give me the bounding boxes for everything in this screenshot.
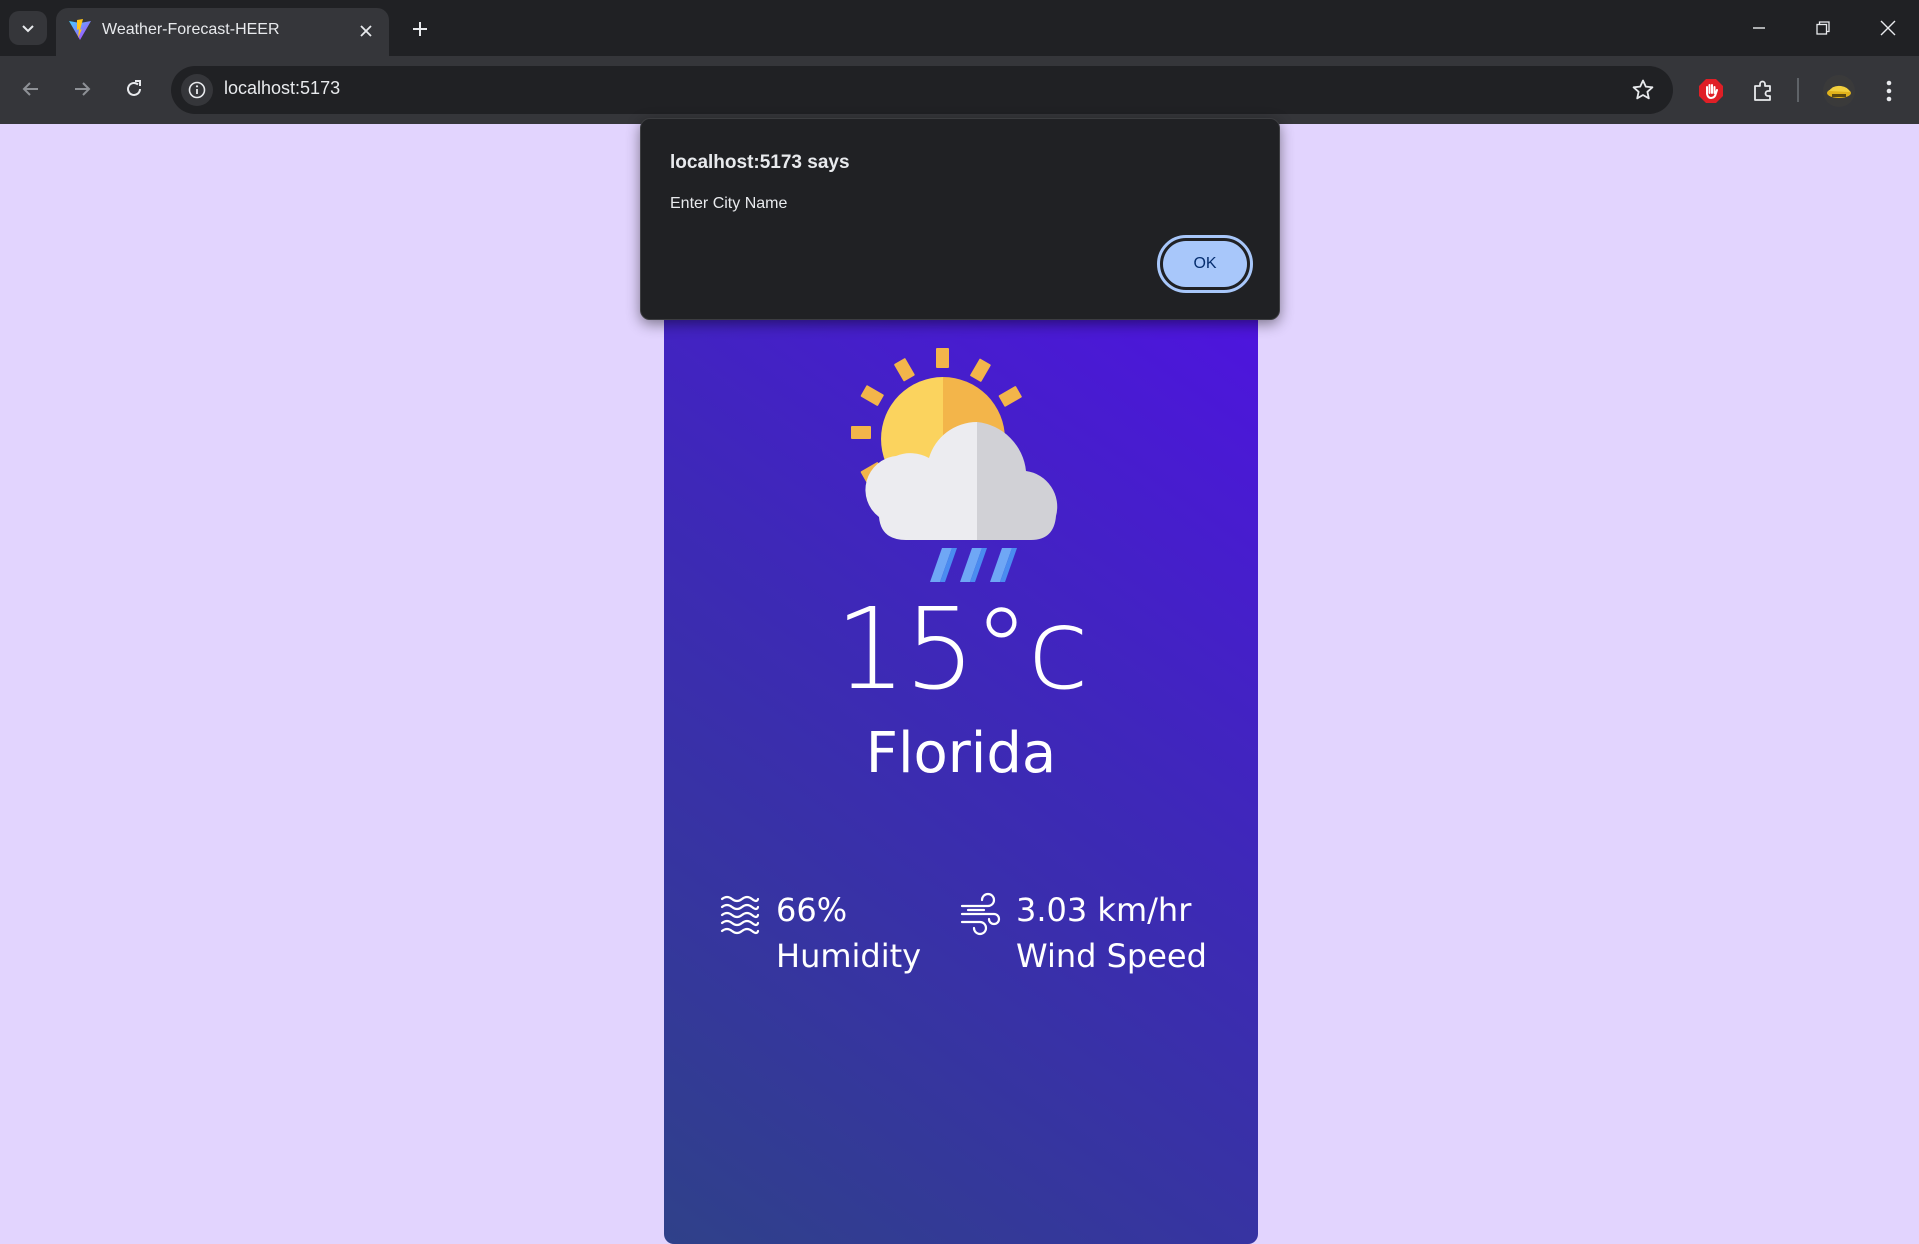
close-window-button[interactable] [1865, 6, 1911, 50]
stop-hand-icon [1699, 79, 1723, 103]
ok-button[interactable]: OK [1157, 235, 1253, 293]
browser-toolbar: localhost:5173 [0, 56, 1919, 124]
temperature-value: 15°c [834, 585, 1089, 715]
dialog-title: localhost:5173 says [670, 152, 850, 173]
toolbar-divider [1797, 78, 1799, 102]
sun-cloud-rain-icon [851, 348, 1058, 582]
bookmark-star-icon[interactable] [1631, 78, 1655, 102]
arrow-left-icon [22, 82, 38, 96]
profile-avatar-button[interactable] [1822, 74, 1856, 108]
wind-value: 3.03 km/hr [1016, 891, 1192, 929]
browser-tab[interactable]: Weather-Forecast-HEER [56, 8, 389, 56]
dialog-message: Enter City Name [670, 195, 788, 212]
wind-label: Wind Speed [1016, 937, 1207, 975]
tab-close-button[interactable] [355, 20, 377, 42]
humidity-stat: 66% Humidity [718, 886, 921, 978]
new-tab-button[interactable] [403, 12, 437, 46]
info-icon [188, 81, 206, 99]
wind-stat: 3.03 km/hr Wind Speed [958, 886, 1207, 978]
minimize-button[interactable] [1736, 6, 1782, 50]
reload-icon [127, 80, 141, 96]
more-vertical-icon [1886, 80, 1892, 102]
plus-icon [413, 22, 427, 36]
puzzle-icon [1754, 80, 1771, 101]
wind-text: 3.03 km/hr Wind Speed [1016, 886, 1207, 978]
minimize-icon [1753, 27, 1765, 29]
close-icon [360, 25, 372, 37]
vite-logo-icon [69, 19, 91, 40]
site-info-button[interactable] [181, 74, 213, 106]
avatar [1823, 75, 1855, 107]
restore-icon [1816, 21, 1830, 35]
reload-button[interactable] [114, 69, 154, 109]
back-button[interactable] [11, 69, 51, 109]
humidity-text: 66% Humidity [776, 886, 921, 978]
arrow-right-icon [75, 82, 91, 96]
restore-button[interactable] [1800, 6, 1846, 50]
browser-tab-bar: Weather-Forecast-HEER [0, 0, 1919, 56]
browser-menu-button[interactable] [1874, 76, 1904, 106]
url-text: localhost:5173 [224, 78, 341, 98]
extensions-button[interactable] [1748, 76, 1778, 106]
city-name: Florida [865, 721, 1057, 786]
alert-dialog: localhost:5173 says Enter City Name OK [640, 118, 1280, 320]
tab-title: Weather-Forecast-HEER [102, 21, 280, 38]
humidity-value: 66% [776, 891, 848, 929]
address-bar[interactable]: localhost:5173 [171, 66, 1673, 114]
close-icon [1880, 20, 1896, 36]
humidity-label: Humidity [776, 937, 922, 975]
tab-search-button[interactable] [9, 11, 47, 45]
chevron-down-icon [22, 25, 34, 33]
extension-adblock-button[interactable] [1696, 76, 1726, 106]
wind-icon [960, 892, 1001, 936]
weather-card: 15°c Florida 66% Humidity 3.03 km/hr Win… [664, 304, 1258, 1244]
humidity-waves-icon [720, 895, 760, 935]
forward-button[interactable] [62, 69, 102, 109]
ok-button-label: OK [1163, 241, 1247, 287]
